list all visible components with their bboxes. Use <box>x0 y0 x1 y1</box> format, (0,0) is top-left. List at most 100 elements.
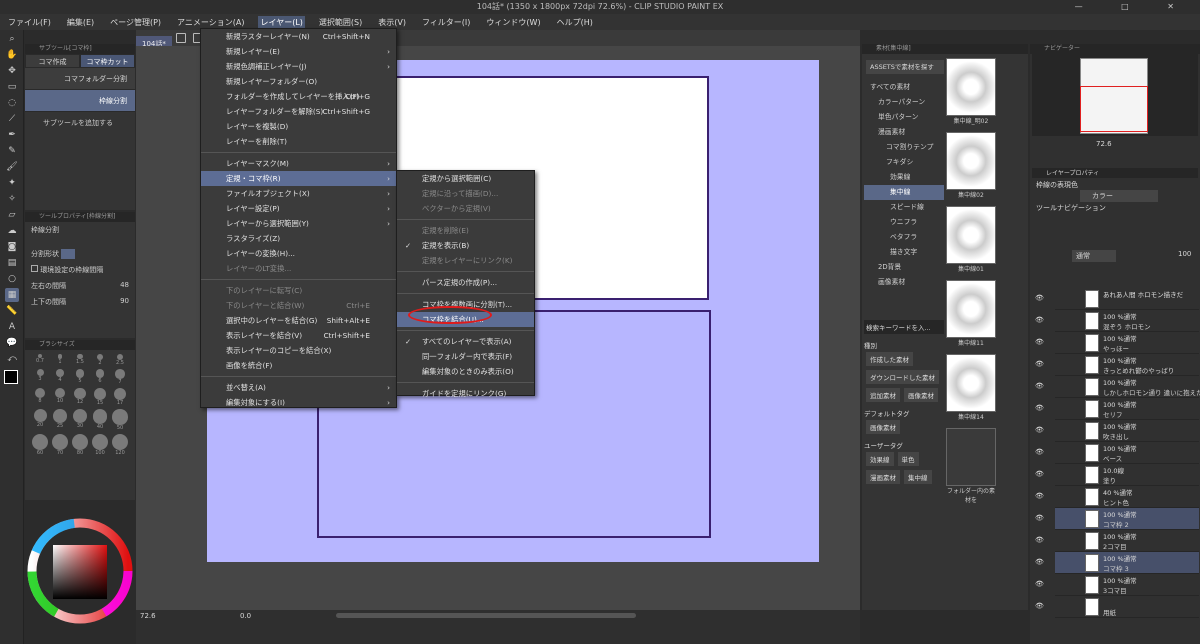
brush-size-item[interactable]: 6 <box>91 369 109 384</box>
tab-frame-cut[interactable]: コマ枠カット <box>80 54 135 68</box>
gradient-icon[interactable]: ▤ <box>5 256 19 270</box>
menu-item[interactable]: ページ管理(P) <box>108 16 163 29</box>
material-tree-item[interactable]: フキダシ <box>864 155 944 170</box>
brush-icon[interactable]: 🖌 <box>5 160 19 174</box>
save-icon[interactable] <box>176 33 187 43</box>
brush-size-item[interactable]: 20 <box>31 409 49 430</box>
menu-item[interactable]: 並べ替え(A) › <box>201 380 396 395</box>
navigator-zoom[interactable]: 72.6 <box>1096 140 1112 148</box>
menu-item[interactable]: レイヤー(L) <box>258 15 305 29</box>
menu-item[interactable]: 選択中のレイヤーを結合(G) Shift+Alt+E <box>201 313 396 328</box>
layer-row[interactable]: 👁 40 %通常 ヒント色 <box>1035 486 1199 508</box>
ruler-icon[interactable]: 📏 <box>5 304 19 318</box>
env-checkbox[interactable] <box>31 265 38 272</box>
layer-row[interactable]: 👁 100 %通常 3コマ目 <box>1035 574 1199 596</box>
menu-item[interactable]: レイヤーマスク(M) › <box>201 156 396 171</box>
layer-opacity[interactable]: 100 <box>1178 250 1191 258</box>
layer-row[interactable]: 👁 100 %通常 ベース <box>1035 442 1199 464</box>
brush-size-item[interactable]: 10 <box>51 387 69 406</box>
brush-size-item[interactable]: 17 <box>111 387 129 406</box>
main-color-swatch[interactable] <box>4 370 18 384</box>
hand-icon[interactable]: ✋ <box>5 48 19 62</box>
airbrush-icon[interactable]: ✦ <box>5 176 19 190</box>
eye-icon[interactable]: 👁 <box>1035 426 1044 434</box>
window-controls[interactable]: — □ ✕ <box>1075 0 1192 14</box>
layer-row[interactable]: 👁 100 %通常 やっほー <box>1035 332 1199 354</box>
menu-item[interactable]: レイヤー設定(P) › <box>201 201 396 216</box>
figure-icon[interactable]: ○ <box>5 272 19 286</box>
menu-item[interactable]: アニメーション(A) <box>175 16 246 29</box>
brush-size-item[interactable]: 25 <box>51 409 69 430</box>
material-tag[interactable]: 画像素材 <box>866 420 900 434</box>
decoration-icon[interactable]: ✧ <box>5 192 19 206</box>
material-search[interactable]: 検索キーワードを入... <box>864 320 944 334</box>
eye-icon[interactable]: 👁 <box>1035 492 1044 500</box>
eye-icon[interactable]: 👁 <box>1035 448 1044 456</box>
brush-size-item[interactable]: 120 <box>111 433 129 456</box>
color-wheel[interactable] <box>25 505 135 635</box>
move-icon[interactable]: ✥ <box>5 64 19 78</box>
layer-row[interactable]: 👁 100 %通常 混ぞう ホロモン <box>1035 310 1199 332</box>
layer-row[interactable]: 👁 100 %通常 セリフ <box>1035 398 1199 420</box>
menu-item[interactable]: 定規・コマ枠(R) › <box>201 171 396 186</box>
zoom-icon[interactable]: ⌕ <box>5 32 19 46</box>
material-thumbnail[interactable]: 集中線01 <box>946 206 996 273</box>
fill-icon[interactable]: ◙ <box>5 240 19 254</box>
menu-item[interactable]: ファイルオブジェクト(X) › <box>201 186 396 201</box>
blend-mode-select[interactable]: 通常 <box>1072 250 1116 262</box>
eye-icon[interactable]: 👁 <box>1035 294 1044 302</box>
shape-line-icon[interactable] <box>61 249 76 259</box>
text-icon[interactable]: A <box>5 320 19 334</box>
material-tree-item[interactable]: 描き文字 <box>864 245 944 260</box>
eye-icon[interactable]: 👁 <box>1035 470 1044 478</box>
menu-item[interactable]: ラスタライズ(Z) <box>201 231 396 246</box>
brush-size-item[interactable]: 0.7 <box>31 354 49 366</box>
layer-row[interactable]: 👁 100 %通常 きっとめれ鬱のやっばり <box>1035 354 1199 376</box>
brush-size-item[interactable]: 5 <box>71 369 89 384</box>
eraser-icon[interactable]: ▱ <box>5 208 19 222</box>
brush-size-item[interactable]: 1 <box>51 354 69 366</box>
menu-item[interactable]: 編集対象のときのみ表示(O) <box>397 364 534 379</box>
menu-item[interactable]: 定規を表示(B) ✓ <box>397 238 534 253</box>
material-tag[interactable]: ダウンロードした素材 <box>866 370 939 384</box>
material-tree-item[interactable]: 単色パターン <box>864 110 944 125</box>
menu-item[interactable]: 選択範囲(S) <box>317 16 364 29</box>
eye-icon[interactable]: 👁 <box>1035 316 1044 324</box>
menu-item[interactable]: 新規レイヤーフォルダー(O) <box>201 74 396 89</box>
eye-icon[interactable]: 👁 <box>1035 382 1044 390</box>
frame-color-select[interactable]: カラー <box>1080 190 1158 202</box>
brush-size-item[interactable]: 15 <box>91 387 109 406</box>
menu-item[interactable]: 表示レイヤーを結合(V) Ctrl+Shift+E <box>201 328 396 343</box>
material-tag[interactable]: 効果線 <box>866 452 894 466</box>
menu-item[interactable]: レイヤーフォルダーを解除(S) Ctrl+Shift+G <box>201 104 396 119</box>
layer-row[interactable]: 👁 100 %通常 コマ枠 3 <box>1035 552 1199 574</box>
navigator-viewport-box[interactable] <box>1080 86 1148 132</box>
brush-size-item[interactable]: 30 <box>71 409 89 430</box>
material-thumbnail[interactable]: 集中線02 <box>946 132 996 199</box>
brush-size-item[interactable]: 1.5 <box>71 354 89 366</box>
menu-item[interactable]: 新規ラスターレイヤー(N) Ctrl+Shift+N <box>201 29 396 44</box>
material-thumbnail[interactable]: 集中線14 <box>946 354 996 421</box>
menu-item[interactable]: レイヤーを複製(D) <box>201 119 396 134</box>
material-tree-item[interactable]: カラーパターン <box>864 95 944 110</box>
material-tree-item[interactable]: スピード線 <box>864 200 944 215</box>
material-tree-item[interactable]: すべての素材 <box>864 80 944 95</box>
horizontal-scrollbar[interactable] <box>336 613 636 618</box>
eye-icon[interactable]: 👁 <box>1035 536 1044 544</box>
menu-item[interactable]: ファイル(F) <box>6 16 53 29</box>
menu-item[interactable]: ガイドを定規にリンク(G) <box>397 386 534 401</box>
menu-item[interactable]: パース定規の作成(P)... <box>397 275 534 290</box>
layer-row[interactable]: 👁 100 %通常 コマ枠 2 <box>1035 508 1199 530</box>
correct-line-icon[interactable]: ⤺ <box>5 352 19 366</box>
material-tree-item[interactable]: 2D背景 <box>864 260 944 275</box>
material-tree-item[interactable]: 集中線 <box>864 185 944 200</box>
menu-item[interactable]: 表示レイヤーのコピーを結合(X) <box>201 343 396 358</box>
material-tree-item[interactable]: ベタフラ <box>864 230 944 245</box>
subtool-folder-split[interactable]: コマフォルダー分割 <box>25 68 135 90</box>
layer-row[interactable]: 👁 100 %通常 吹き出し <box>1035 420 1199 442</box>
frame-icon[interactable]: ▦ <box>5 288 19 302</box>
eye-icon[interactable]: 👁 <box>1035 580 1044 588</box>
layer-row[interactable]: 👁 10.0線 塗り <box>1035 464 1199 486</box>
material-thumbnail[interactable]: 集中線11 <box>946 280 996 347</box>
brush-size-item[interactable]: 100 <box>91 433 109 456</box>
